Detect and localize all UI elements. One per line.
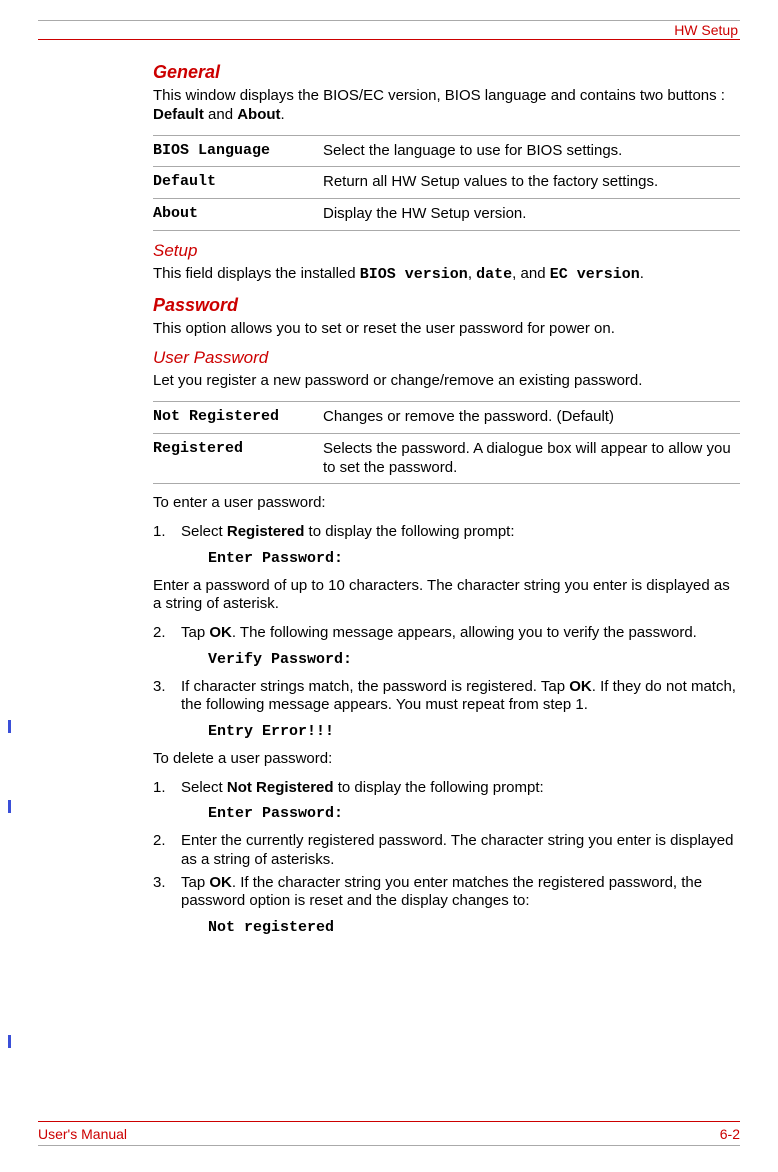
text-bold: Not Registered <box>227 779 334 796</box>
text: to display the following prompt: <box>304 523 514 540</box>
table-row: Registered Selects the password. A dialo… <box>153 433 740 484</box>
text-bold: Registered <box>227 523 305 540</box>
page-header: HW Setup <box>38 20 740 40</box>
text: If character strings match, the password… <box>181 678 569 695</box>
term: Registered <box>153 433 323 484</box>
term: About <box>153 199 323 231</box>
change-bar <box>8 1035 11 1048</box>
code-prompt: Not registered <box>208 919 740 938</box>
code-prompt: Enter Password: <box>208 550 740 569</box>
text-bold: OK <box>209 874 232 891</box>
text: Tap <box>181 874 209 891</box>
enter-password-intro: To enter a user password: <box>153 494 740 513</box>
list-item: If character strings match, the password… <box>153 678 740 742</box>
page-footer: User's Manual 6-2 <box>38 1121 740 1142</box>
desc: Display the HW Setup version. <box>323 199 740 231</box>
delete-password-intro: To delete a user password: <box>153 750 740 769</box>
text: . The following message appears, allowin… <box>232 624 697 641</box>
text: and <box>204 106 237 123</box>
header-title: HW Setup <box>674 22 738 38</box>
list-item: Enter the currently registered password.… <box>153 832 740 870</box>
setup-text: This field displays the installed BIOS v… <box>153 265 740 285</box>
text: , and <box>512 265 550 282</box>
heading-user-password: User Password <box>153 348 740 368</box>
general-table: BIOS Language Select the language to use… <box>153 135 740 231</box>
enter-steps: Select Registered to display the followi… <box>153 523 740 569</box>
enter-note: Enter a password of up to 10 characters.… <box>153 577 740 615</box>
code-prompt: Verify Password: <box>208 651 740 670</box>
text-mono: EC version <box>550 266 640 283</box>
text: Select <box>181 779 227 796</box>
code-prompt: Enter Password: <box>208 805 740 824</box>
heading-general: General <box>153 62 740 83</box>
user-password-intro: Let you register a new password or chang… <box>153 372 740 391</box>
list-item: Select Not Registered to display the fol… <box>153 779 740 825</box>
change-bar <box>8 800 11 813</box>
list-item: Tap OK. If the character string you ente… <box>153 874 740 938</box>
text-bold: OK <box>569 678 592 695</box>
general-intro: This window displays the BIOS/EC version… <box>153 87 740 125</box>
desc: Select the language to use for BIOS sett… <box>323 135 740 167</box>
password-intro: This option allows you to set or reset t… <box>153 320 740 339</box>
text: . If the character string you enter matc… <box>181 874 702 910</box>
page-content: General This window displays the BIOS/EC… <box>153 62 740 938</box>
footer-right: 6-2 <box>720 1126 740 1142</box>
table-row: Not Registered Changes or remove the pas… <box>153 402 740 434</box>
table-row: Default Return all HW Setup values to th… <box>153 167 740 199</box>
table-row: BIOS Language Select the language to use… <box>153 135 740 167</box>
enter-steps-cont: Tap OK. The following message appears, a… <box>153 624 740 742</box>
heading-password: Password <box>153 295 740 316</box>
table-row: About Display the HW Setup version. <box>153 199 740 231</box>
change-bar <box>8 720 11 733</box>
text: , <box>468 265 476 282</box>
text: to display the following prompt: <box>334 779 544 796</box>
user-password-table: Not Registered Changes or remove the pas… <box>153 401 740 484</box>
text-bold: OK <box>209 624 232 641</box>
text: . <box>640 265 644 282</box>
code-prompt: Entry Error!!! <box>208 723 740 742</box>
term: Not Registered <box>153 402 323 434</box>
heading-setup: Setup <box>153 241 740 261</box>
text-bold: About <box>237 106 280 123</box>
text: This field displays the installed <box>153 265 360 282</box>
text: Enter the currently registered password.… <box>181 832 734 868</box>
term: Default <box>153 167 323 199</box>
text-mono: BIOS version <box>360 266 468 283</box>
desc: Return all HW Setup values to the factor… <box>323 167 740 199</box>
list-item: Tap OK. The following message appears, a… <box>153 624 740 670</box>
text: This window displays the BIOS/EC version… <box>153 87 725 104</box>
text: Tap <box>181 624 209 641</box>
text-mono: date <box>476 266 512 283</box>
list-item: Select Registered to display the followi… <box>153 523 740 569</box>
text: Select <box>181 523 227 540</box>
term: BIOS Language <box>153 135 323 167</box>
desc: Selects the password. A dialogue box wil… <box>323 433 740 484</box>
footer-left: User's Manual <box>38 1126 127 1142</box>
desc: Changes or remove the password. (Default… <box>323 402 740 434</box>
footer-rule <box>38 1145 740 1146</box>
text: . <box>281 106 285 123</box>
text-bold: Default <box>153 106 204 123</box>
delete-steps: Select Not Registered to display the fol… <box>153 779 740 938</box>
